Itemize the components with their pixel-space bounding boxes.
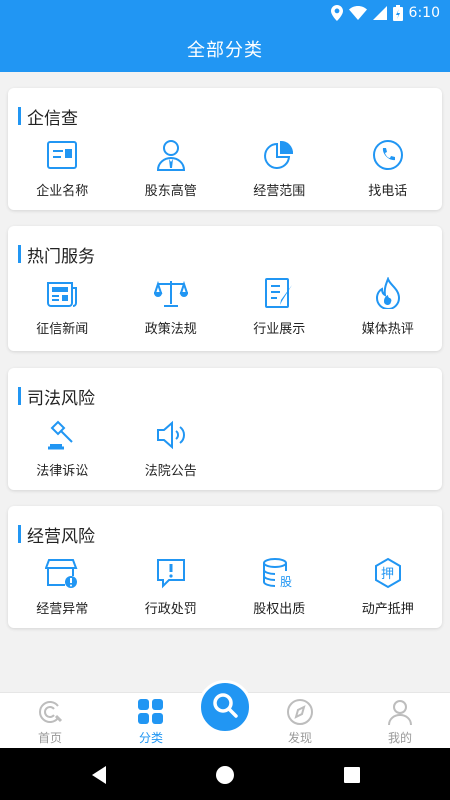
tab-discover[interactable]: 发现 (255, 693, 345, 749)
search-button[interactable] (198, 680, 252, 734)
home-circle-icon (216, 766, 234, 784)
system-nav-bar (0, 748, 450, 800)
section-grid: 征信新闻 政策法规 行业展示 媒体热评 (8, 276, 442, 337)
grid-item-find-phone[interactable]: 找电话 (334, 138, 443, 199)
location-icon (330, 5, 343, 21)
grid-item-label: 股东高管 (144, 184, 197, 199)
profile-icon (385, 697, 415, 727)
store-alert-icon (45, 556, 79, 590)
section-accent-bar (18, 245, 21, 263)
id-card-icon (45, 138, 79, 172)
nav-recents-button[interactable] (339, 762, 365, 788)
grid-item-label: 动产抵押 (361, 602, 414, 617)
section-header: 企信查 (18, 106, 78, 129)
battery-icon (392, 5, 403, 21)
grid-item-label: 经营范围 (253, 184, 306, 199)
grid-item-industry-showcase[interactable]: 行业展示 (225, 276, 334, 337)
app-bar: 全部分类 (0, 26, 450, 72)
newspaper-icon (45, 276, 79, 310)
section-accent-bar (18, 387, 21, 405)
tab-label: 首页 (37, 731, 62, 745)
section-card-judicial-risk: 司法风险 法律诉讼 法院公告 (8, 368, 442, 490)
section-header: 热门服务 (18, 244, 95, 267)
phone-icon (371, 138, 405, 172)
section-header: 经营风险 (18, 524, 95, 547)
section-title: 经营风险 (27, 526, 95, 547)
page-title: 全部分类 (187, 40, 263, 61)
grid-item-label: 征信新闻 (36, 322, 89, 337)
grid-item-court-notices[interactable]: 法院公告 (117, 418, 226, 479)
tab-label: 发现 (287, 731, 312, 745)
grid-item-lawsuits[interactable]: 法律诉讼 (8, 418, 117, 479)
search-icon (211, 691, 239, 723)
tab-category[interactable]: 分类 (106, 693, 196, 749)
tab-profile[interactable]: 我的 (355, 693, 445, 749)
status-icons: 6:10 (330, 3, 440, 23)
grid-item-label: 企业名称 (36, 184, 89, 199)
speaker-icon (154, 418, 188, 452)
scales-icon (153, 276, 188, 310)
grid-item-label: 法院公告 (144, 464, 197, 479)
grid-item-label: 经营异常 (36, 602, 89, 617)
grid-item-label: 找电话 (368, 184, 408, 199)
tab-label: 我的 (387, 731, 412, 745)
nav-home-button[interactable] (212, 762, 238, 788)
tab-label: 分类 (138, 731, 163, 745)
clock-time: 6:10 (408, 5, 440, 21)
grid-item-business-anomaly[interactable]: 经营异常 (8, 556, 117, 617)
grid-item-credit-news[interactable]: 征信新闻 (8, 276, 117, 337)
flame-icon (371, 276, 405, 310)
checklist-icon (262, 276, 296, 310)
section-accent-bar (18, 525, 21, 543)
pledge-badge-icon: 押 (371, 556, 405, 590)
grid-item-business-scope[interactable]: 经营范围 (225, 138, 334, 199)
back-triangle-icon (92, 766, 106, 784)
section-grid: 法律诉讼 法院公告 (8, 418, 442, 479)
recents-square-icon (344, 767, 360, 783)
section-title: 企信查 (27, 108, 78, 129)
grid-item-chattel-mortgage[interactable]: 押 动产抵押 (334, 556, 443, 617)
grid-item-label: 政策法规 (144, 322, 197, 337)
pledge-glyph: 押 (381, 567, 394, 582)
grid-item-label: 法律诉讼 (36, 464, 89, 479)
section-card-business-risk: 经营风险 经营异常 行政处罚 股 股权出质 押 动产抵押 (8, 506, 442, 628)
database-share-icon: 股 (262, 556, 296, 590)
grid-item-admin-penalty[interactable]: 行政处罚 (117, 556, 226, 617)
grid-item-company-name[interactable]: 企业名称 (8, 138, 117, 199)
grid-item-label: 股权出质 (253, 602, 306, 617)
signal-icon (372, 6, 387, 20)
section-header: 司法风险 (18, 386, 95, 409)
home-logo-icon (35, 697, 65, 727)
database-glyph: 股 (280, 575, 292, 589)
status-bar: 6:10 (0, 0, 450, 26)
alert-message-icon (154, 556, 188, 590)
section-grid: 企业名称 股东高管 经营范围 找电话 (8, 138, 442, 199)
section-card-qixincha: 企信查 企业名称 股东高管 经营范围 找电话 (8, 88, 442, 210)
section-card-hot-services: 热门服务 征信新闻 政策法规 行业展示 媒体热评 (8, 226, 442, 351)
grid-item-label: 行业展示 (253, 322, 306, 337)
grid-item-shareholders[interactable]: 股东高管 (117, 138, 226, 199)
wifi-icon (348, 6, 367, 20)
category-grid-icon (136, 697, 166, 727)
compass-icon (285, 697, 315, 727)
grid-item-label: 媒体热评 (361, 322, 414, 337)
grid-item-media-reviews[interactable]: 媒体热评 (334, 276, 443, 337)
grid-item-label: 行政处罚 (144, 602, 197, 617)
grid-item-equity-pledge[interactable]: 股 股权出质 (225, 556, 334, 617)
section-title: 热门服务 (27, 246, 95, 267)
section-title: 司法风险 (27, 388, 95, 409)
pie-chart-icon (262, 138, 296, 172)
section-grid: 经营异常 行政处罚 股 股权出质 押 动产抵押 (8, 556, 442, 617)
grid-item-policy-regulations[interactable]: 政策法规 (117, 276, 226, 337)
section-accent-bar (18, 107, 21, 125)
person-tie-icon (154, 138, 188, 172)
tab-home[interactable]: 首页 (5, 693, 95, 749)
nav-back-button[interactable] (86, 762, 112, 788)
gavel-icon (45, 418, 79, 452)
